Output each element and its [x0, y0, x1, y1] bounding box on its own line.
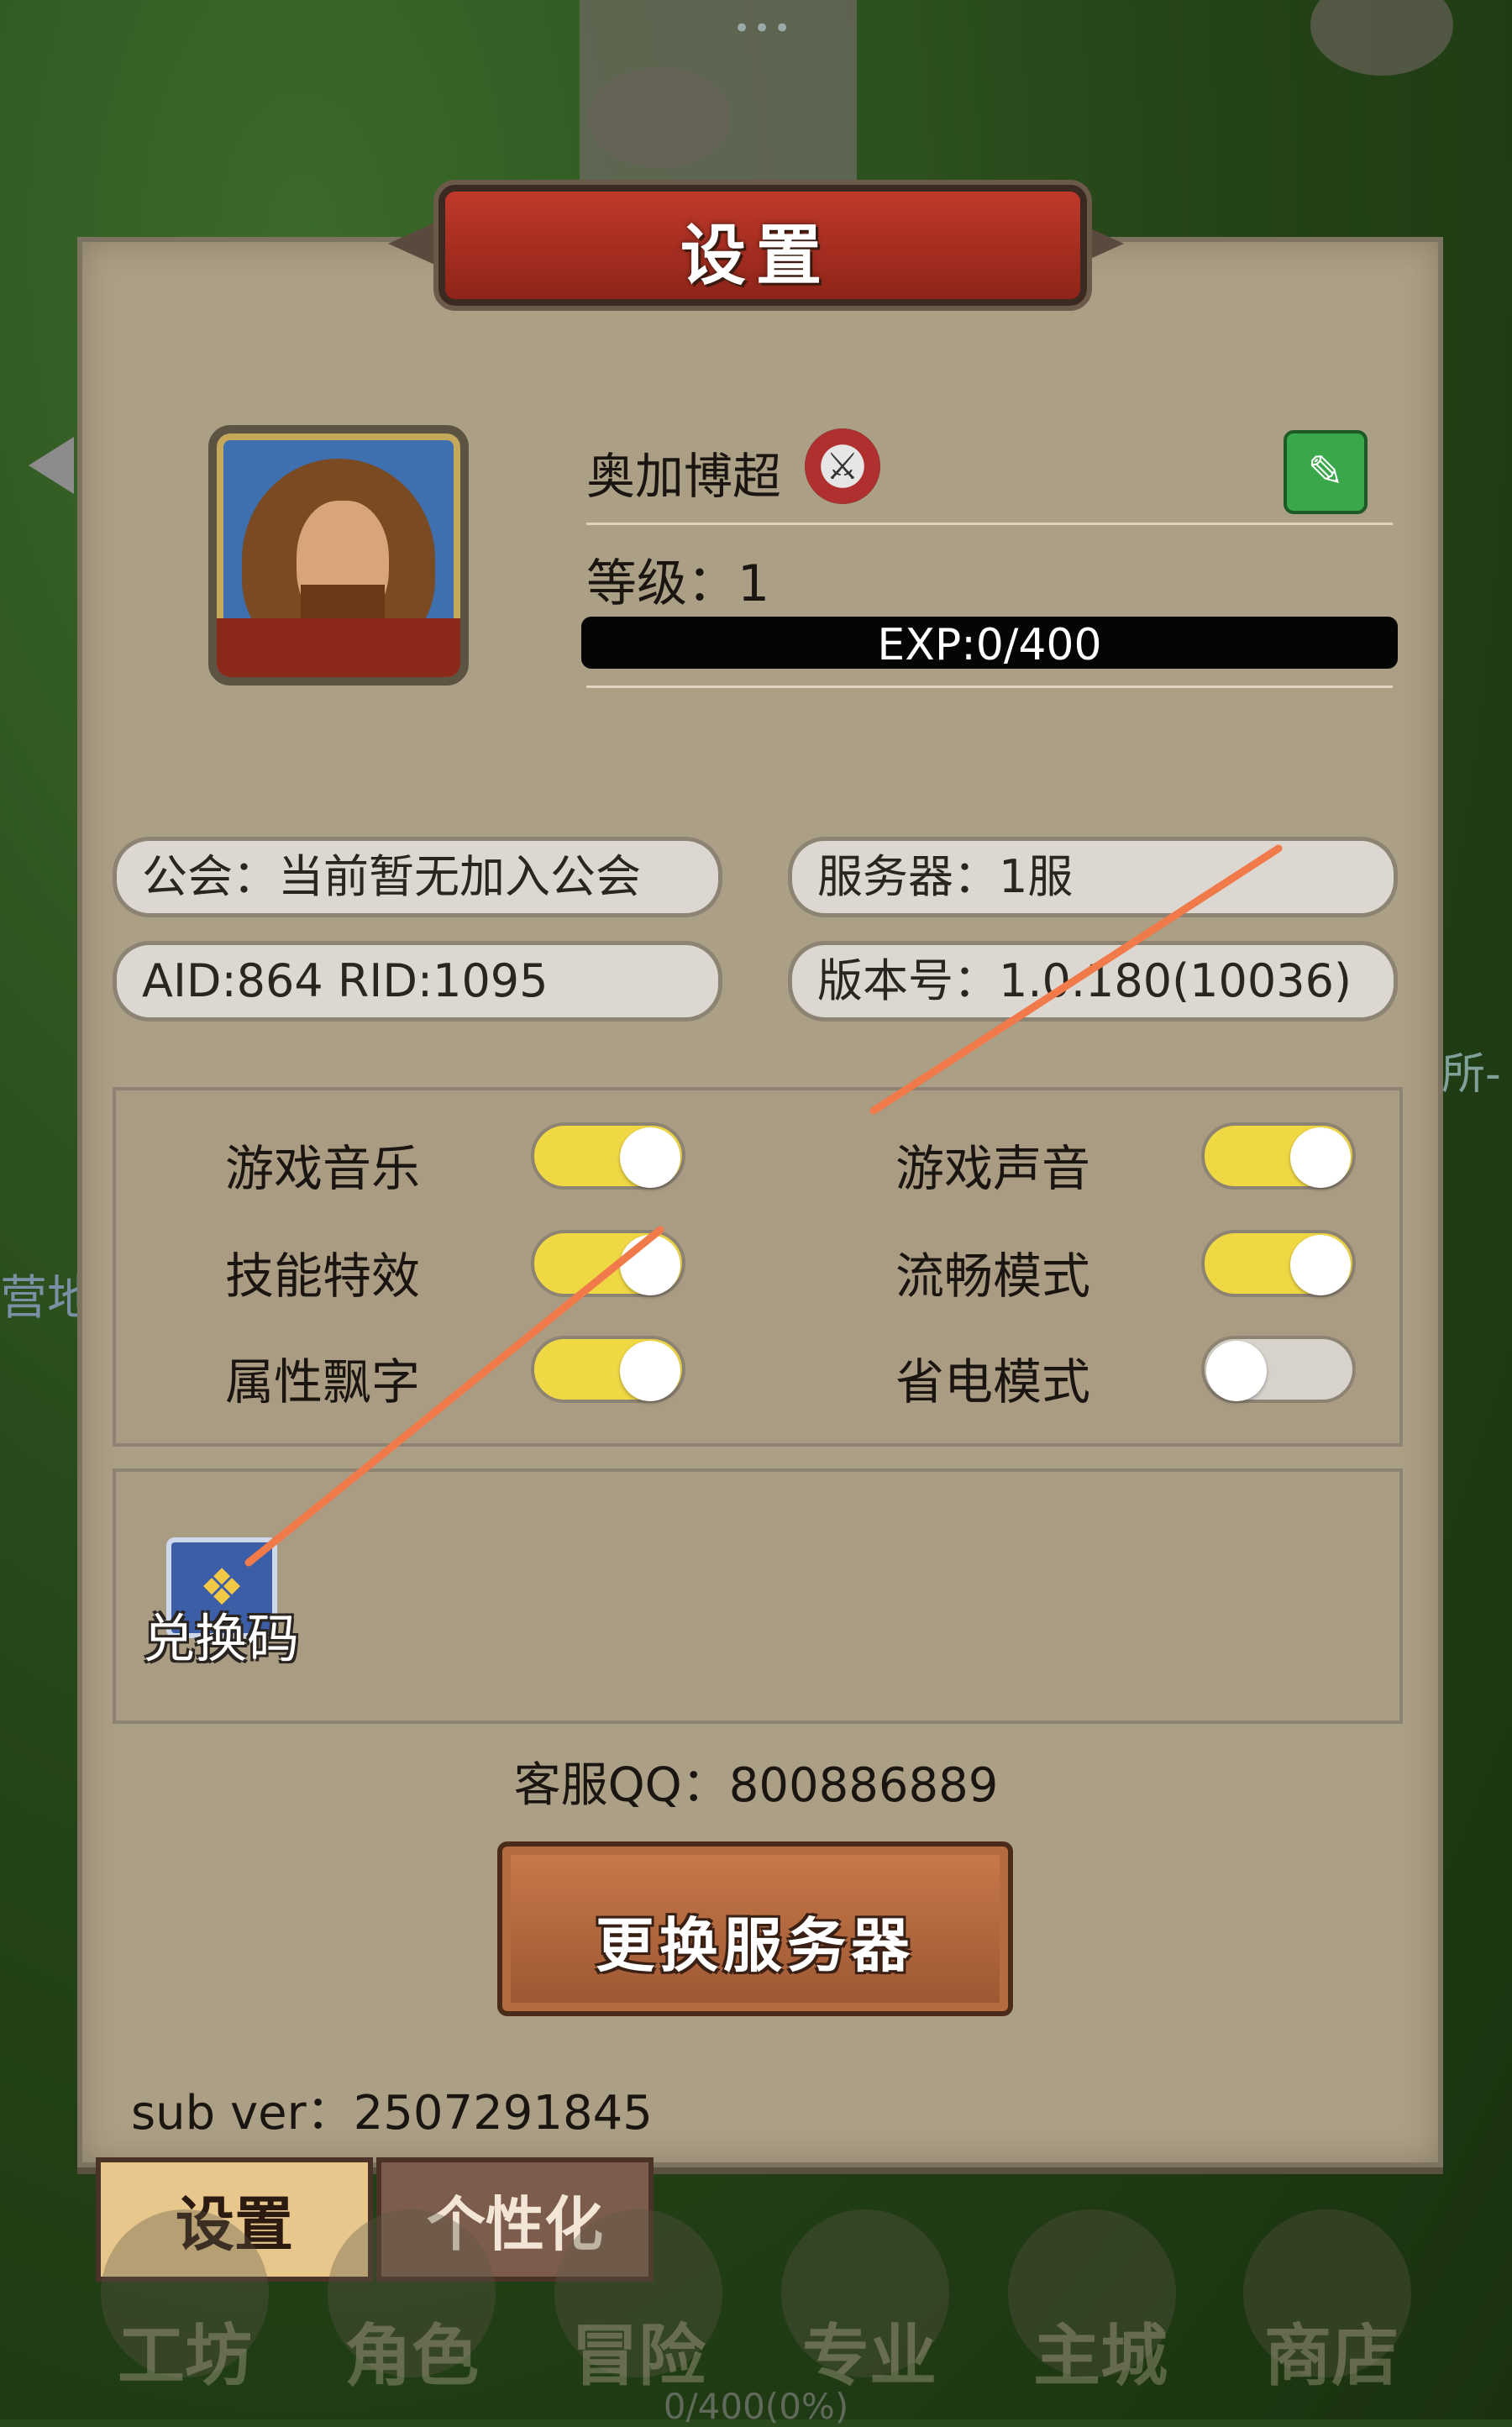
music-toggle[interactable] [531, 1122, 685, 1190]
damage-text-toggle[interactable] [531, 1336, 685, 1403]
nav-item-main-city[interactable]: 主城 [1033, 2302, 1168, 2399]
background-stone [588, 67, 731, 168]
nav-item-shop[interactable]: 商店 [1264, 2302, 1399, 2399]
panel-title: 设置 [680, 218, 832, 294]
exp-text: EXP:0/400 [877, 620, 1102, 670]
sound-toggle[interactable] [1201, 1122, 1356, 1190]
edit-name-button[interactable]: ✎ [1284, 430, 1368, 514]
pencil-icon: ✎ [1307, 447, 1344, 497]
exp-progress-bar: EXP:0/400 [581, 617, 1398, 670]
nav-item-workshop[interactable]: 工坊 [118, 2302, 252, 2399]
divider [586, 523, 1393, 525]
player-name: 奥加博超 [586, 448, 782, 505]
guild-info: 公会：当前暂无加入公会 [113, 837, 722, 917]
nav-item-character[interactable]: 角色 [344, 2302, 479, 2399]
support-qq: 客服QQ：800886889 [513, 1758, 999, 1813]
setting-label-smooth-mode: 流畅模式 [895, 1248, 1091, 1305]
player-level: 等级：1 [586, 554, 770, 613]
server-info: 服务器：1服 [788, 837, 1398, 917]
change-server-button[interactable]: 更换服务器 [497, 1841, 1013, 2016]
power-saving-toggle[interactable] [1201, 1336, 1356, 1403]
setting-label-skill-effects: 技能特效 [225, 1248, 421, 1305]
nav-item-adventure[interactable]: 冒险 [571, 2302, 706, 2399]
setting-label-power-saving: 省电模式 [895, 1353, 1091, 1410]
setting-label-damage-text: 属性飘字 [225, 1353, 421, 1410]
redeem-code-button[interactable]: 兑换码 [143, 1596, 299, 1672]
sword-class-icon: ⚔ [805, 428, 880, 504]
back-arrow-icon[interactable] [29, 437, 74, 494]
setting-label-music: 游戏音乐 [225, 1140, 421, 1197]
redeem-box [113, 1468, 1403, 1724]
change-server-label: 更换服务器 [596, 1911, 915, 1980]
bottom-progress-text: 0/400(0%) [663, 2386, 849, 2427]
sub-version: sub ver：2507291845 [131, 2086, 653, 2141]
version-info: 版本号：1.0.180(10036) [788, 941, 1398, 1022]
nav-item-profession[interactable]: 专业 [802, 2302, 937, 2399]
account-ids: AID:864 RID:1095 [113, 941, 722, 1022]
smooth-mode-toggle[interactable] [1201, 1230, 1356, 1297]
player-avatar[interactable] [208, 425, 469, 686]
more-dots-icon[interactable]: ••• [733, 12, 794, 45]
setting-label-sound: 游戏声音 [895, 1140, 1091, 1197]
side-label-right: 所- [1441, 1049, 1501, 1100]
title-banner: 设置 [388, 175, 1124, 306]
skill-effects-toggle[interactable] [531, 1230, 685, 1297]
divider [586, 686, 1393, 688]
